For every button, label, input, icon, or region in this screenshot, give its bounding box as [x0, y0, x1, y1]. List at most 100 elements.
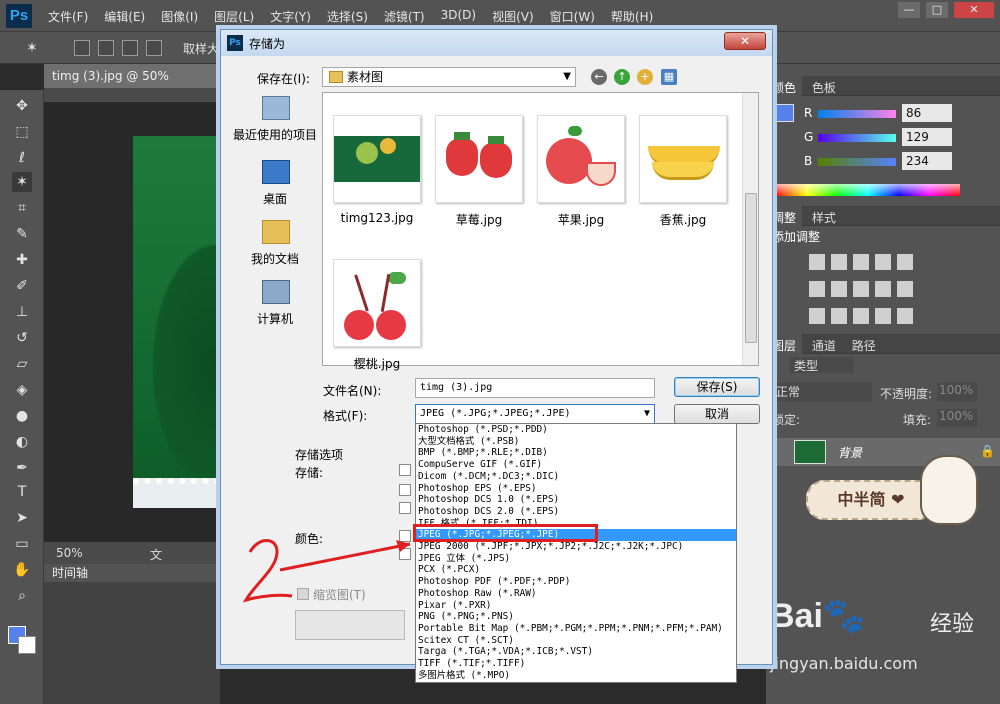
- menu-file[interactable]: 文件(F): [48, 8, 88, 25]
- menu-type[interactable]: 文字(Y): [270, 8, 311, 25]
- scroll-thumb[interactable]: [745, 193, 757, 343]
- magic-wand-tool-icon[interactable]: ✶: [12, 172, 32, 192]
- filename-input[interactable]: timg (3).jpg: [415, 378, 655, 398]
- format-option[interactable]: Photoshop DCS 1.0 (*.EPS): [416, 494, 736, 506]
- format-option[interactable]: Photoshop PDF (*.PDF;*.PDP): [416, 576, 736, 588]
- photo-filter-icon[interactable]: [875, 281, 891, 297]
- exposure-icon[interactable]: [875, 254, 891, 270]
- place-computer[interactable]: 计算机: [229, 278, 321, 336]
- shape-tool-icon[interactable]: ▭: [12, 534, 32, 554]
- blue-track[interactable]: [818, 158, 896, 166]
- tab-swatches[interactable]: 色板: [806, 76, 842, 99]
- place-recent[interactable]: 最近使用的项目: [229, 94, 321, 152]
- view-menu-icon[interactable]: ▦: [661, 69, 677, 85]
- format-option[interactable]: CompuServe GIF (*.GIF): [416, 459, 736, 471]
- invert-icon[interactable]: [809, 308, 825, 324]
- fill-input[interactable]: 100%: [937, 409, 977, 427]
- format-select[interactable]: JPEG (*.JPG;*.JPEG;*.JPE) ▼: [415, 404, 655, 424]
- bucket-tool-icon[interactable]: ◈: [12, 380, 32, 400]
- background-color-swatch[interactable]: [18, 636, 36, 654]
- storage-option-checkbox[interactable]: [399, 464, 411, 476]
- blur-tool-icon[interactable]: ●: [12, 406, 32, 426]
- format-option[interactable]: JPEG 立体 (*.JPS): [416, 553, 736, 565]
- crop-tool-icon[interactable]: ⌗: [12, 198, 32, 218]
- channel-mixer-icon[interactable]: [897, 281, 913, 297]
- format-option[interactable]: Photoshop Raw (*.RAW): [416, 588, 736, 600]
- back-icon[interactable]: ←: [591, 69, 607, 85]
- green-track[interactable]: [818, 134, 896, 142]
- file-list-scrollbar[interactable]: [742, 93, 758, 365]
- threshold-icon[interactable]: [853, 308, 869, 324]
- subtract-selection-icon[interactable]: [122, 40, 138, 56]
- menu-image[interactable]: 图像(I): [161, 8, 198, 25]
- posterize-icon[interactable]: [831, 308, 847, 324]
- color-balance-icon[interactable]: [831, 281, 847, 297]
- intersect-selection-icon[interactable]: [146, 40, 162, 56]
- timeline-tab[interactable]: 时间轴: [44, 564, 220, 582]
- file-item[interactable]: timg123.jpg: [329, 113, 425, 249]
- opacity-input[interactable]: 100%: [937, 383, 977, 401]
- dodge-tool-icon[interactable]: ◐: [12, 432, 32, 452]
- red-track[interactable]: [818, 110, 896, 118]
- close-app-button[interactable]: ✕: [954, 2, 994, 18]
- magic-wand-icon[interactable]: ✶: [22, 38, 42, 58]
- format-option[interactable]: Photoshop (*.PSD;*.PDD): [416, 424, 736, 436]
- eraser-tool-icon[interactable]: ▱: [12, 354, 32, 374]
- healing-tool-icon[interactable]: ✚: [12, 250, 32, 270]
- format-option[interactable]: 多图片格式 (*.MPO): [416, 670, 736, 682]
- format-option[interactable]: Photoshop EPS (*.EPS): [416, 483, 736, 495]
- menu-3d[interactable]: 3D(D): [441, 8, 476, 25]
- format-option[interactable]: Dicom (*.DCM;*.DC3;*.DIC): [416, 471, 736, 483]
- storage-option-checkbox[interactable]: [399, 484, 411, 496]
- selective-color-icon[interactable]: [897, 308, 913, 324]
- green-value[interactable]: 129: [902, 128, 952, 146]
- eyedropper-tool-icon[interactable]: ✎: [12, 224, 32, 244]
- cancel-button[interactable]: 取消: [674, 404, 760, 424]
- brush-tool-icon[interactable]: ✐: [12, 276, 32, 296]
- place-desktop[interactable]: 桌面: [229, 158, 321, 216]
- new-selection-icon[interactable]: [74, 40, 90, 56]
- curves-icon[interactable]: [853, 254, 869, 270]
- type-tool-icon[interactable]: T: [12, 482, 32, 502]
- file-item[interactable]: 香蕉.jpg: [635, 113, 731, 249]
- format-option[interactable]: Targa (*.TGA;*.VDA;*.ICB;*.VST): [416, 646, 736, 658]
- black-white-icon[interactable]: [853, 281, 869, 297]
- up-folder-icon[interactable]: ↑: [614, 69, 630, 85]
- place-documents[interactable]: 我的文档: [229, 218, 321, 276]
- hand-tool-icon[interactable]: ✋: [12, 560, 32, 580]
- stamp-tool-icon[interactable]: ⊥: [12, 302, 32, 322]
- add-selection-icon[interactable]: [98, 40, 114, 56]
- zoom-tool-icon[interactable]: ⌕: [12, 586, 32, 606]
- storage-option-checkbox[interactable]: [399, 502, 411, 514]
- zoom-level[interactable]: 50%: [56, 546, 83, 560]
- menu-layer[interactable]: 图层(L): [214, 8, 254, 25]
- format-option[interactable]: TIFF (*.TIF;*.TIFF): [416, 658, 736, 670]
- format-option[interactable]: PNG (*.PNG;*.PNS): [416, 611, 736, 623]
- tab-styles[interactable]: 样式: [806, 206, 842, 229]
- file-item[interactable]: 草莓.jpg: [431, 113, 527, 249]
- minimize-button[interactable]: —: [898, 2, 920, 18]
- format-option[interactable]: PCX (*.PCX): [416, 564, 736, 576]
- pen-tool-icon[interactable]: ✒: [12, 458, 32, 478]
- move-tool-icon[interactable]: ✥: [12, 96, 32, 116]
- gradient-map-icon[interactable]: [875, 308, 891, 324]
- format-option[interactable]: Pixar (*.PXR): [416, 600, 736, 612]
- maximize-button[interactable]: □: [926, 2, 948, 18]
- document-tab[interactable]: timg (3).jpg @ 50%(RGB/8#): [44, 64, 224, 107]
- file-item[interactable]: 苹果.jpg: [533, 113, 629, 249]
- menu-help[interactable]: 帮助(H): [611, 8, 653, 25]
- brightness-icon[interactable]: [809, 254, 825, 270]
- format-option[interactable]: BMP (*.BMP;*.RLE;*.DIB): [416, 447, 736, 459]
- blend-mode-select[interactable]: 正常: [772, 383, 872, 401]
- new-folder-icon[interactable]: +: [637, 69, 653, 85]
- format-option[interactable]: 大型文档格式 (*.PSB): [416, 436, 736, 448]
- marquee-tool-icon[interactable]: ⬚: [12, 122, 32, 142]
- tab-channels[interactable]: 通道: [806, 334, 842, 357]
- save-in-select[interactable]: 素材图 ▼: [322, 67, 576, 87]
- history-brush-icon[interactable]: ↺: [12, 328, 32, 348]
- menu-view[interactable]: 视图(V): [492, 8, 534, 25]
- vibrance-icon[interactable]: [897, 254, 913, 270]
- menu-edit[interactable]: 编辑(E): [104, 8, 145, 25]
- red-value[interactable]: 86: [902, 104, 952, 122]
- close-icon[interactable]: ✕: [724, 32, 766, 50]
